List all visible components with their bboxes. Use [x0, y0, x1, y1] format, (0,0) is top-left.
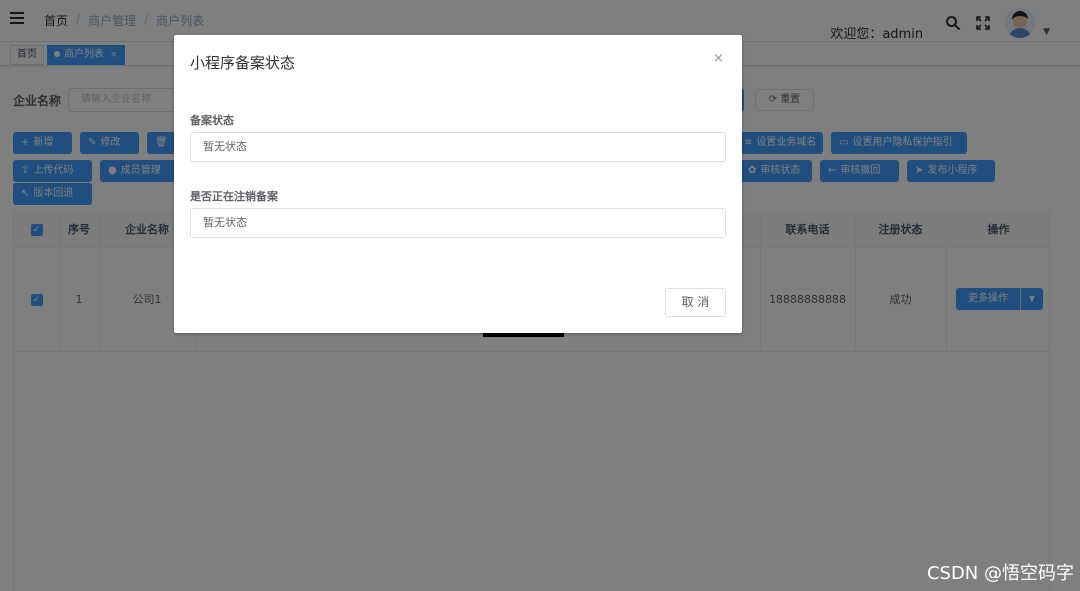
filing-status-field[interactable]: 暂无状态 [190, 132, 726, 162]
filing-status-label: 备案状态 [190, 114, 234, 127]
close-icon[interactable]: × [713, 51, 724, 66]
dialog-title: 小程序备案状态 [190, 54, 296, 72]
cancel-button[interactable]: 取 消 [665, 288, 726, 317]
deregistering-label: 是否正在注销备案 [190, 190, 278, 203]
filing-status-dialog: 小程序备案状态 × 备案状态 暂无状态 是否正在注销备案 暂无状态 取 消 [174, 35, 742, 333]
deregistering-field[interactable]: 暂无状态 [190, 208, 726, 238]
watermark: CSDN @悟空码字 [926, 563, 1074, 584]
